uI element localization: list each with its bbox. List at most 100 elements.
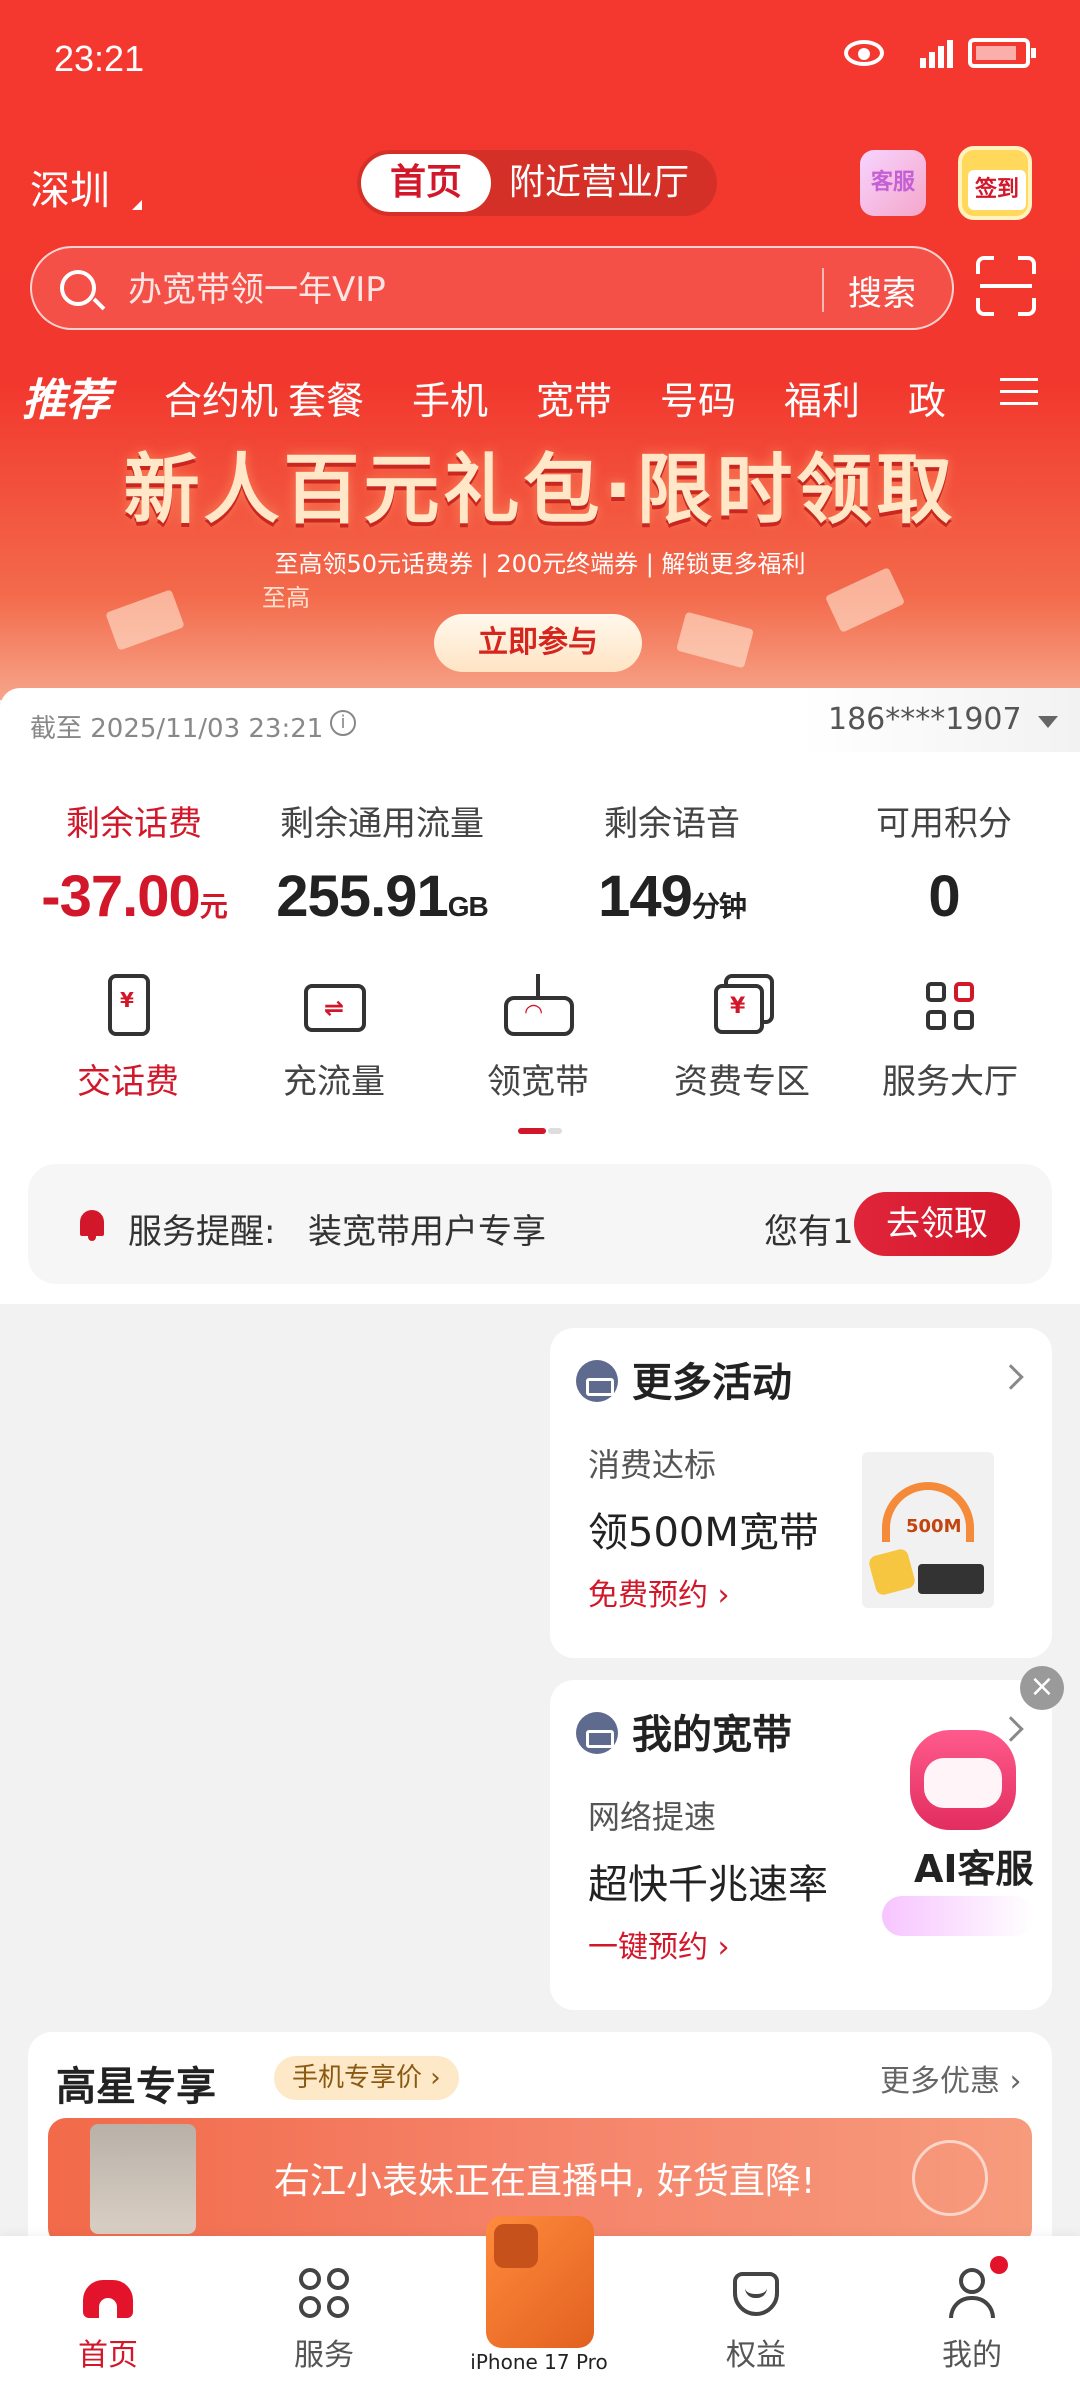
- status-time: 23:21: [54, 38, 145, 79]
- action-label: 领宽带: [487, 1062, 589, 1102]
- notice-count: 您有1: [764, 1212, 854, 1252]
- stat-data[interactable]: 剩余通用流量 255.91GB: [252, 796, 512, 930]
- battery-icon: [968, 38, 1036, 68]
- tab-iphone-promo[interactable]: iPhone 17 Pro: [464, 2216, 614, 2386]
- stat-value: 0: [928, 864, 960, 929]
- customer-service-button[interactable]: 客服: [860, 150, 926, 216]
- status-bar: 23:21: [0, 0, 1080, 120]
- streamer-thumbnail: [90, 2124, 196, 2234]
- free-booking-link[interactable]: 免费预约 ›: [588, 1570, 730, 1614]
- more-activities-card[interactable]: 更多活动 消费达标 领500M宽带 免费预约 › 500M: [550, 1328, 1052, 1658]
- tab-home[interactable]: 首页: [48, 2266, 168, 2374]
- services-icon: [297, 2266, 351, 2320]
- banner-title[interactable]: 新人百元礼包·限时领取: [0, 428, 1080, 538]
- caret-down-icon: [1038, 716, 1058, 728]
- stat-value: 149分钟: [598, 864, 747, 929]
- phone-bill-icon: ¥: [98, 974, 158, 1038]
- claim-button[interactable]: 去领取: [854, 1192, 1020, 1256]
- tariff-icon: ¥: [712, 974, 774, 1038]
- chevron-right-icon: [998, 1364, 1024, 1390]
- category-featured[interactable]: 推荐: [22, 364, 110, 428]
- hero-header: 23:21 深圳 首页 附近营业厅 客服 签到 搜索 推荐 合约机: [0, 0, 1080, 700]
- category-item[interactable]: 套餐: [288, 370, 412, 425]
- stat-balance[interactable]: 剩余话费 -37.00元: [4, 796, 264, 930]
- book-now-link[interactable]: 一键预约 ›: [588, 1922, 730, 1966]
- phone-price-tag[interactable]: 手机专享价 ›: [274, 2056, 459, 2100]
- banner-subtitle: 至高领50元话费券 | 200元终端券 | 解锁更多福利: [274, 550, 806, 578]
- search-input[interactable]: [128, 268, 828, 312]
- category-item[interactable]: 合约机: [164, 370, 288, 425]
- status-icons: [844, 38, 1036, 68]
- ai-assistant-float[interactable]: AI客服: [862, 1710, 1058, 1950]
- more-deals-link[interactable]: 更多优惠 ›: [880, 2056, 1022, 2100]
- notification-dot: [990, 2256, 1008, 2274]
- category-nav: 推荐 合约机 套餐 手机 宽带 号码 福利 政: [0, 364, 1080, 430]
- chevron-down-icon[interactable]: [912, 2140, 988, 2216]
- router-badge-icon: [576, 1360, 618, 1402]
- stat-label: 剩余通用流量: [280, 804, 484, 844]
- action-label: 交话费: [77, 1062, 179, 1102]
- gem-icon: [729, 2266, 783, 2320]
- phone-selector[interactable]: 186****1907: [800, 688, 1080, 752]
- category-item[interactable]: 政: [908, 370, 948, 425]
- action-service-hall[interactable]: 服务大厅: [848, 974, 1052, 1103]
- tab-label: 服务: [294, 2338, 354, 2373]
- search-icon: [60, 270, 96, 306]
- info-icon[interactable]: i: [330, 710, 356, 736]
- category-item[interactable]: 福利: [784, 370, 908, 425]
- checkin-button[interactable]: 签到: [958, 146, 1032, 220]
- tab-nearby-hall[interactable]: 附近营业厅: [509, 154, 689, 212]
- tab-label: 首页: [78, 2338, 138, 2373]
- account-panel: 截至 2025/11/03 23:21 i 186****1907 剩余话费 -…: [0, 688, 1080, 1304]
- category-item[interactable]: 宽带: [536, 370, 660, 425]
- stat-label: 可用积分: [876, 804, 1012, 844]
- live-text: 右江小表妹正在直播中, 好货直降!: [274, 2161, 816, 2202]
- router-badge-icon: [576, 1712, 618, 1754]
- promo-500m-image: 500M: [862, 1452, 994, 1608]
- stat-value: -37.00元: [41, 864, 227, 929]
- join-now-button[interactable]: 立即参与: [434, 614, 642, 672]
- stat-label: 剩余语音: [604, 804, 740, 844]
- close-icon[interactable]: ×: [1020, 1666, 1064, 1710]
- search-button[interactable]: 搜索: [848, 266, 916, 315]
- notice-text: 装宽带用户专享: [308, 1212, 546, 1252]
- stat-voice[interactable]: 剩余语音 149分钟: [542, 796, 802, 930]
- tab-label: 权益: [726, 2338, 786, 2373]
- service-notice[interactable]: 服务提醒: 装宽带用户专享 您有1 去领取: [28, 1164, 1052, 1284]
- action-topup[interactable]: ¥ 交话费: [26, 974, 230, 1103]
- checkin-label: 签到: [968, 170, 1026, 210]
- action-broadband[interactable]: ◠ 领宽带: [436, 974, 640, 1103]
- category-menu-icon[interactable]: [1000, 378, 1038, 408]
- top-nav-tabs: 首页 附近营业厅: [357, 150, 717, 216]
- tab-services[interactable]: 服务: [264, 2266, 384, 2374]
- action-tariff[interactable]: ¥ 资费专区: [640, 974, 844, 1103]
- card-title: 更多活动: [632, 1360, 792, 1406]
- folder-exchange-icon: ⇌: [304, 974, 366, 1038]
- action-label: 资费专区: [674, 1062, 810, 1102]
- tab-home[interactable]: 首页: [361, 154, 491, 212]
- action-label: 服务大厅: [882, 1062, 1018, 1102]
- iphone-image: [486, 2216, 594, 2348]
- as-of-timestamp: 截至 2025/11/03 23:21: [30, 714, 324, 744]
- category-list: 合约机 套餐 手机 宽带 号码 福利 政: [164, 370, 948, 425]
- iphone-label: iPhone 17 Pro: [470, 2350, 608, 2374]
- city-selector[interactable]: 深圳: [30, 158, 110, 216]
- ai-base: [882, 1896, 1034, 1936]
- tab-label: 我的: [942, 2338, 1002, 2373]
- scan-icon[interactable]: [976, 256, 1036, 316]
- category-item[interactable]: 手机: [412, 370, 536, 425]
- home-icon: [81, 2266, 135, 2320]
- action-label: 充流量: [283, 1062, 385, 1102]
- category-item[interactable]: 号码: [660, 370, 784, 425]
- action-data-recharge[interactable]: ⇌ 充流量: [232, 974, 436, 1103]
- eye-icon: [844, 40, 884, 66]
- tab-mine[interactable]: 我的: [912, 2266, 1032, 2374]
- user-icon: [945, 2266, 999, 2320]
- robot-face: [924, 1758, 1002, 1808]
- banner-subtitle-2: 至高: [262, 584, 310, 612]
- card-subtitle: 消费达标: [588, 1446, 717, 1484]
- stat-points[interactable]: 可用积分 0: [814, 796, 1074, 930]
- bell-icon: [80, 1210, 104, 1241]
- card-headline: 超快千兆速率: [588, 1862, 828, 1908]
- tab-benefits[interactable]: 权益: [696, 2266, 816, 2374]
